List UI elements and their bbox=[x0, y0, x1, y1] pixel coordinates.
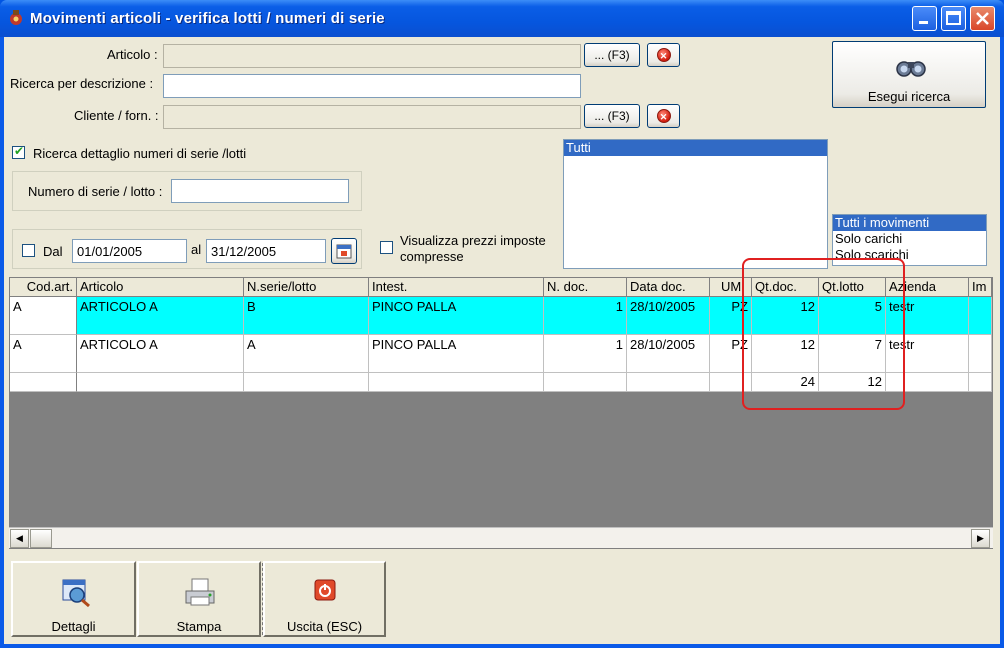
table-cell: B bbox=[244, 297, 369, 335]
table-cell: PINCO PALLA bbox=[369, 335, 544, 373]
clear-icon: ✕ bbox=[656, 48, 671, 62]
table-cell bbox=[77, 373, 244, 392]
table-cell: A bbox=[10, 335, 77, 373]
esegui-ricerca-button[interactable]: Esegui ricerca bbox=[832, 41, 986, 108]
printer-icon bbox=[185, 578, 215, 606]
calendar-icon bbox=[336, 244, 352, 259]
dal-date-input[interactable]: 01/01/2005 bbox=[72, 239, 187, 263]
list-item[interactable]: Tutti i movimenti bbox=[833, 215, 986, 231]
column-header[interactable]: N.serie/lotto bbox=[244, 278, 369, 297]
table-cell bbox=[544, 373, 627, 392]
date-range-groupbox: Dal 01/01/2005 al 31/12/2005 bbox=[12, 229, 362, 269]
scroll-right-button[interactable]: ▶ bbox=[971, 529, 990, 548]
window-client-area: Articolo : ... (F3) ✕ Ricerca per descri… bbox=[4, 37, 1000, 644]
table-cell bbox=[10, 373, 77, 392]
calendar-button[interactable] bbox=[331, 238, 357, 264]
dettaglio-checkbox-label: Ricerca dettaglio numeri di serie /lotti bbox=[33, 146, 247, 161]
title-bar[interactable]: Movimenti articoli - verifica lotti / nu… bbox=[0, 0, 1004, 37]
esegui-ricerca-label: Esegui ricerca bbox=[867, 89, 951, 104]
table-cell: ARTICOLO A bbox=[77, 335, 244, 373]
column-header[interactable]: N. doc. bbox=[544, 278, 627, 297]
column-header[interactable]: Data doc. bbox=[627, 278, 710, 297]
window-title: Movimenti articoli - verifica lotti / nu… bbox=[30, 10, 385, 27]
list-item[interactable]: Solo carichi bbox=[833, 231, 986, 247]
column-header[interactable]: Cod.art. bbox=[10, 278, 77, 297]
articolo-label: Articolo : bbox=[107, 47, 158, 62]
tutti-listbox[interactable]: Tutti bbox=[563, 139, 828, 269]
dal-label: Dal bbox=[43, 244, 63, 259]
maximize-icon bbox=[946, 11, 961, 25]
table-cell: A bbox=[244, 335, 369, 373]
descrizione-input[interactable] bbox=[163, 74, 581, 98]
uscita-button[interactable]: Uscita (ESC) bbox=[263, 561, 386, 637]
table-cell bbox=[369, 373, 544, 392]
table-cell: 28/10/2005 bbox=[627, 335, 710, 373]
cliente-clear-button[interactable]: ✕ bbox=[647, 104, 680, 128]
column-header[interactable]: Im bbox=[969, 278, 992, 297]
cliente-label: Cliente / forn. : bbox=[74, 108, 159, 123]
prezzi-checkbox[interactable] bbox=[380, 241, 393, 254]
articolo-field bbox=[163, 44, 581, 68]
list-item[interactable]: Tutti bbox=[564, 140, 827, 156]
table-cell: 1 bbox=[544, 335, 627, 373]
table-cell bbox=[969, 335, 992, 373]
app-icon bbox=[10, 10, 22, 25]
stampa-button[interactable]: Stampa bbox=[137, 561, 261, 637]
seriale-input[interactable] bbox=[171, 179, 349, 203]
column-header[interactable]: Intest. bbox=[369, 278, 544, 297]
stampa-label: Stampa bbox=[176, 619, 222, 634]
articolo-clear-button[interactable]: ✕ bbox=[647, 43, 680, 67]
table-cell bbox=[969, 297, 992, 335]
prezzi-checkbox-label: Visualizza prezzi imposte compresse bbox=[400, 233, 546, 264]
table-cell: A bbox=[10, 297, 77, 335]
arrow-right-icon: ▶ bbox=[977, 533, 984, 543]
highlight-annotation bbox=[742, 258, 905, 410]
dettagli-button[interactable]: Dettagli bbox=[11, 561, 136, 637]
column-header[interactable]: Articolo bbox=[77, 278, 244, 297]
al-label: al bbox=[191, 242, 202, 257]
dettagli-label: Dettagli bbox=[51, 619, 96, 634]
table-cell: PINCO PALLA bbox=[369, 297, 544, 335]
exit-icon bbox=[314, 579, 336, 601]
dal-checkbox[interactable] bbox=[22, 244, 35, 257]
dettaglio-checkbox[interactable] bbox=[12, 144, 25, 159]
descrizione-label: Ricerca per descrizione : bbox=[10, 76, 154, 91]
minimize-icon bbox=[919, 21, 928, 24]
grid-horizontal-scrollbar[interactable]: ◀ ▶ bbox=[9, 527, 993, 548]
articolo-lookup-button[interactable]: ... (F3) bbox=[584, 43, 640, 67]
table-cell bbox=[244, 373, 369, 392]
scroll-thumb[interactable] bbox=[30, 529, 52, 548]
seriale-label: Numero di serie / lotto : bbox=[28, 184, 163, 199]
arrow-left-icon: ◀ bbox=[16, 533, 23, 543]
table-cell: 1 bbox=[544, 297, 627, 335]
close-icon bbox=[976, 12, 989, 25]
maximize-button[interactable] bbox=[941, 6, 966, 31]
uscita-label: Uscita (ESC) bbox=[286, 619, 363, 634]
app-window: Movimenti articoli - verifica lotti / nu… bbox=[0, 0, 1004, 648]
table-cell: 28/10/2005 bbox=[627, 297, 710, 335]
details-icon bbox=[62, 579, 90, 607]
minimize-button[interactable] bbox=[912, 6, 937, 31]
clear-icon: ✕ bbox=[656, 109, 671, 123]
cliente-lookup-button[interactable]: ... (F3) bbox=[584, 104, 640, 128]
table-cell bbox=[969, 373, 992, 392]
table-cell: ARTICOLO A bbox=[77, 297, 244, 335]
close-button[interactable] bbox=[970, 6, 995, 31]
cliente-field bbox=[163, 105, 581, 129]
binoculars-icon bbox=[896, 61, 926, 77]
table-cell bbox=[627, 373, 710, 392]
al-date-input[interactable]: 31/12/2005 bbox=[206, 239, 326, 263]
scroll-left-button[interactable]: ◀ bbox=[10, 529, 29, 548]
seriale-groupbox: Numero di serie / lotto : bbox=[12, 171, 362, 211]
